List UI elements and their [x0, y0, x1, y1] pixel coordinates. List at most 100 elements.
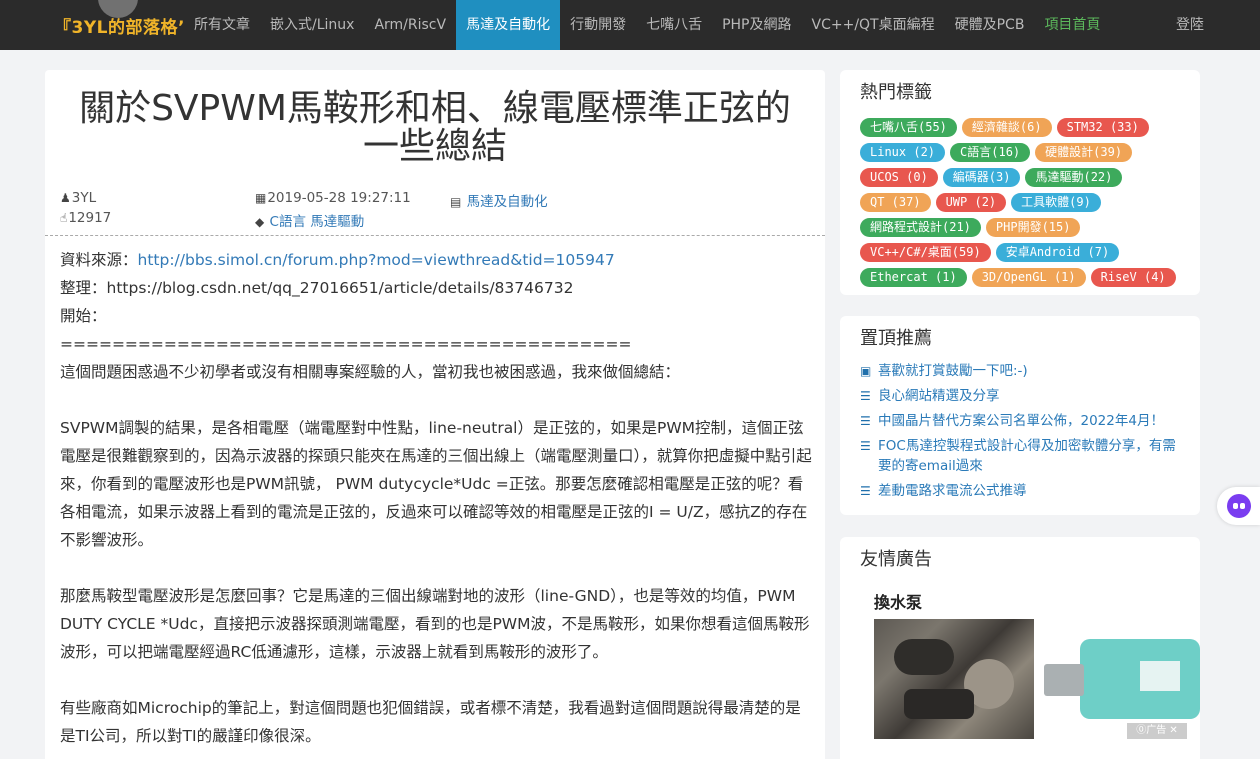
- pinned-card: 置頂推薦 ▣ 喜歡就打賞鼓勵一下吧:-) ☰ 良心網站精選及分享 ☰ 中國晶片替代方案…: [840, 316, 1200, 515]
- list-icon: ☰: [860, 414, 871, 428]
- article-title: 關於SVPWM馬鞍形和相、線電壓標準正弦的一些總結: [79, 88, 791, 167]
- ad-image-pump[interactable]: [1040, 619, 1200, 739]
- floating-assistant-button[interactable]: [1217, 487, 1260, 525]
- pinned-item[interactable]: ▣ 喜歡就打賞鼓勵一下吧:-): [860, 361, 1185, 381]
- tag-row: 七嘴八舌(55) 經濟雜談(6) STM32 (33): [860, 115, 1190, 140]
- tag-pill[interactable]: 硬體設計(39): [1035, 143, 1133, 162]
- main-menu: 所有文章 嵌入式/Linux Arm/RiscV 馬達及自動化 行動開發 七嘴八…: [184, 0, 1110, 50]
- article-tag-link[interactable]: C語言: [270, 214, 306, 230]
- author-name: 3YL: [71, 190, 97, 206]
- pinned-item-label: 中國晶片替代方案公司名單公佈，2022年4月！: [878, 413, 1164, 429]
- source-label: 資料來源：: [60, 251, 138, 269]
- tag-cloud: 七嘴八舌(55) 經濟雜談(6) STM32 (33) Linux (2) C語言(16…: [860, 115, 1190, 290]
- hot-tags-title: 熱門標籤: [860, 82, 932, 103]
- article-meta: ♟3YL ☝12917 ▦2019-05-28 19:27:11 ◆ C語言 馬…: [45, 188, 825, 236]
- article-card: 關於SVPWM馬鞍形和相、線電壓標準正弦的一些總結 ♟3YL ☝12917 ▦2…: [45, 70, 825, 759]
- tag-row: Linux (2) C語言(16) 硬體設計(39): [860, 140, 1190, 165]
- tag-pill[interactable]: STM32 (33): [1056, 118, 1149, 137]
- nav-item-motor-automation[interactable]: 馬達及自動化: [456, 0, 561, 50]
- pinned-item[interactable]: ☰ 中國晶片替代方案公司名單公佈，2022年4月！: [860, 411, 1185, 431]
- source-line: 資料來源：http://bbs.simol.cn/forum.php?mod=v…: [60, 246, 812, 274]
- tag-row: QT (37) UWP (2) 工具軟體(9): [860, 190, 1190, 215]
- nav-item-chitchat[interactable]: 七嘴八舌: [636, 0, 712, 50]
- article-tags: ◆ C語言 馬達驅動: [255, 210, 364, 230]
- tag-pill[interactable]: VC++/C#/桌面(59): [860, 243, 991, 262]
- nav-item-arm-riscv[interactable]: Arm/RiscV: [364, 0, 456, 50]
- divider-line: ========================================…: [60, 335, 632, 353]
- pinned-title: 置頂推薦: [860, 328, 932, 349]
- compile-label: 整理：: [60, 279, 107, 297]
- tag-pill[interactable]: PHP開發(15): [985, 218, 1081, 237]
- source-link[interactable]: http://bbs.simol.cn/forum.php?mod=viewth…: [138, 251, 615, 269]
- tag-pill[interactable]: 編碼器(3): [942, 168, 1021, 187]
- nav-item-hardware-pcb[interactable]: 硬體及PCB: [945, 0, 1035, 50]
- list-icon: ☰: [860, 484, 871, 498]
- nav-item-all-articles[interactable]: 所有文章: [184, 0, 260, 50]
- paragraph: SVPWM調製的結果，是各相電壓（端電壓對中性點，line-neutral）是正…: [60, 419, 812, 549]
- article-category: ▤ 馬達及自動化: [450, 190, 548, 210]
- tag-pill[interactable]: 網路程式設計(21): [860, 218, 981, 237]
- tag-pill[interactable]: 經濟雜談(6): [961, 118, 1052, 137]
- money-icon: ▣: [860, 364, 872, 378]
- tag-pill[interactable]: UWP (2): [935, 193, 1007, 212]
- ad-close-badge[interactable]: ⓪广告 ✕: [1127, 723, 1187, 739]
- category-link[interactable]: 馬達及自動化: [467, 194, 548, 210]
- nav-item-project-home[interactable]: 項目首頁: [1034, 0, 1110, 50]
- login-link[interactable]: 登陸: [1176, 0, 1204, 50]
- list-icon: ☰: [860, 439, 871, 453]
- article-body: 資料來源：http://bbs.simol.cn/forum.php?mod=v…: [60, 246, 812, 750]
- tag-pill[interactable]: 馬達驅動(22): [1025, 168, 1123, 187]
- pinned-item-label: 差動電路求電流公式推導: [878, 483, 1027, 499]
- nav-item-mobile-dev[interactable]: 行動開發: [560, 0, 636, 50]
- calendar-icon: ▦: [255, 191, 267, 205]
- ad-title: 友情廣告: [860, 549, 932, 570]
- tag-row: 網路程式設計(21) PHP開發(15): [860, 215, 1190, 240]
- tag-pill[interactable]: Ethercat (1): [860, 268, 967, 287]
- nav-item-vc-qt[interactable]: VC++/QT桌面編程: [802, 0, 945, 50]
- pinned-item-label: FOC馬達控製程式設計心得及加密軟體分享，有需要的寄email過來: [878, 438, 1176, 474]
- tag-pill[interactable]: 安卓Android (7): [995, 243, 1120, 262]
- pinned-item[interactable]: ☰ 差動電路求電流公式推導: [860, 481, 1185, 501]
- category-icon: ▤: [450, 195, 462, 209]
- tag-pill[interactable]: QT (37): [860, 193, 931, 212]
- tag-pill[interactable]: 工具軟體(9): [1011, 193, 1101, 212]
- tag-pill[interactable]: 七嘴八舌(55): [860, 118, 957, 137]
- paragraph: 有些廠商如Microchip的筆記上，對這個問題也犯個錯誤，或者標不清楚，我看過…: [60, 699, 801, 745]
- compile-line: 整理：https://blog.csdn.net/qq_27016651/art…: [60, 274, 812, 302]
- site-logo[interactable]: 『3YL的部落格’: [54, 13, 185, 38]
- pinned-item-label: 良心網站精選及分享: [878, 388, 1000, 404]
- ad-card: 友情廣告 換水泵 ⓪广告 ✕: [840, 537, 1200, 759]
- tag-pill[interactable]: Linux (2): [860, 143, 946, 162]
- meta-divider: [45, 235, 825, 236]
- pinned-item[interactable]: ☰ FOC馬達控製程式設計心得及加密軟體分享，有需要的寄email過來: [860, 436, 1185, 476]
- ad-image-engine[interactable]: [874, 619, 1034, 739]
- user-icon: ♟: [60, 191, 71, 205]
- tag-icon: ◆: [255, 215, 265, 229]
- pinned-item[interactable]: ☰ 良心網站精選及分享: [860, 386, 1185, 406]
- nav-item-php-network[interactable]: PHP及網路: [712, 0, 801, 50]
- hot-tags-card: 熱門標籤 七嘴八舌(55) 經濟雜談(6) STM32 (33) Linux (2) C…: [840, 70, 1200, 295]
- top-navbar: 『3YL的部落格’ 所有文章 嵌入式/Linux Arm/RiscV 馬達及自動…: [0, 0, 1260, 50]
- view-count: ☝12917: [60, 210, 111, 226]
- nav-item-embedded-linux[interactable]: 嵌入式/Linux: [260, 0, 364, 50]
- author: ♟3YL: [60, 190, 96, 206]
- tag-pill[interactable]: 3D/OpenGL (1): [971, 268, 1086, 287]
- start-line: 開始：: [60, 307, 107, 325]
- pinned-list: ▣ 喜歡就打賞鼓勵一下吧:-) ☰ 良心網站精選及分享 ☰ 中國晶片替代方案公司名單公…: [860, 361, 1185, 506]
- view-count-value: 12917: [68, 210, 112, 226]
- tag-pill[interactable]: UCOS (0): [860, 168, 938, 187]
- publish-date-value: 2019-05-28 19:27:11: [267, 190, 411, 206]
- article-tag-link[interactable]: 馬達驅動: [310, 214, 364, 230]
- paragraph: 這個問題困惑過不少初學者或沒有相關專案經驗的人，當初我也被困惑過，我來做個總結：: [60, 363, 681, 381]
- tag-row: VC++/C#/桌面(59) 安卓Android (7): [860, 240, 1190, 265]
- pinned-item-label: 喜歡就打賞鼓勵一下吧:-): [878, 363, 1028, 379]
- paragraph: 那麼馬鞍型電壓波形是怎麼回事？它是馬達的三個出線端對地的波形（line-GND）…: [60, 587, 810, 661]
- list-icon: ☰: [860, 389, 871, 403]
- tag-pill[interactable]: RiseV (4): [1090, 268, 1176, 287]
- hand-pointer-icon: ☝: [60, 211, 68, 225]
- publish-date: ▦2019-05-28 19:27:11: [255, 190, 411, 206]
- bot-face-icon: [1227, 494, 1251, 518]
- ad-product-name[interactable]: 換水泵: [874, 589, 922, 613]
- compile-url: https://blog.csdn.net/qq_27016651/articl…: [106, 279, 574, 297]
- tag-pill[interactable]: C語言(16): [950, 143, 1031, 162]
